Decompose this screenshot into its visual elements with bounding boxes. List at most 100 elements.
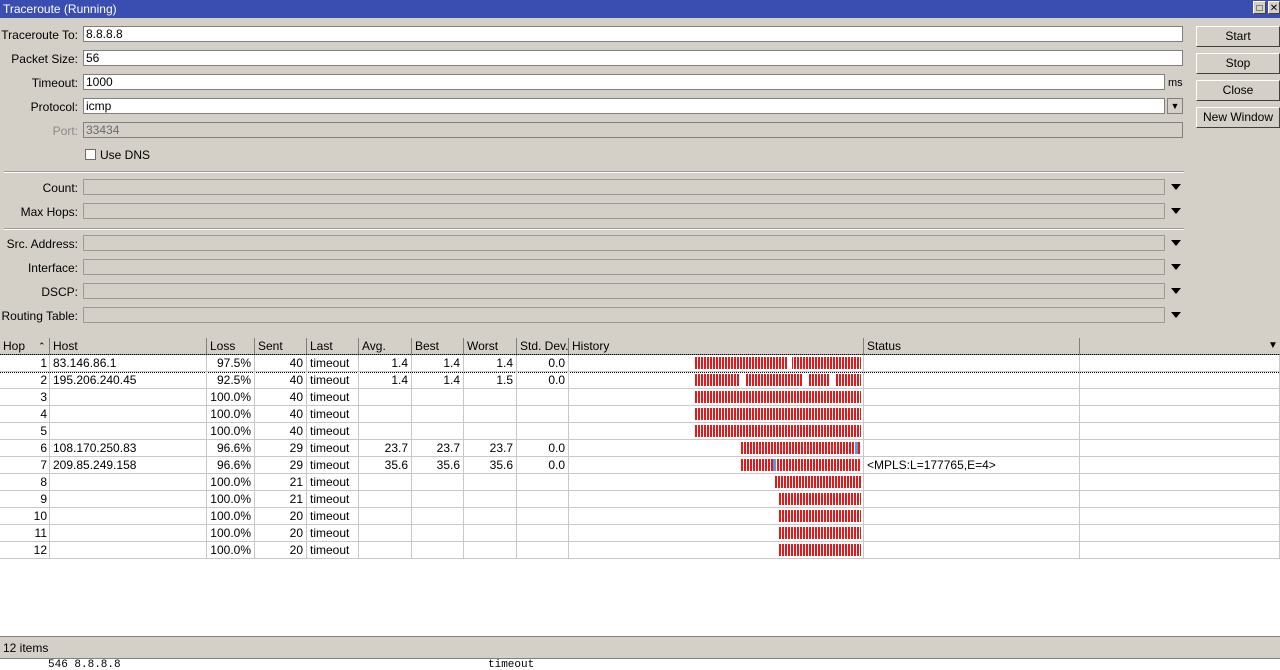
dscp-expand-icon[interactable] [1171,288,1181,294]
column-header-std-dev[interactable]: Std. Dev. [517,338,569,355]
cell-extra [1080,440,1280,457]
src-address-field[interactable] [83,235,1165,251]
table-row[interactable]: 11 100.0% 20 timeout [0,525,1280,542]
cell-status [864,440,1080,457]
table-row[interactable]: 1 83.146.86.1 97.5% 40 timeout 1.4 1.4 1.4 0.0 [0,354,1280,373]
close-icon[interactable]: ✕ [1268,1,1280,14]
stop-button[interactable]: Stop [1196,53,1280,74]
cell-worst [464,542,517,559]
count-field[interactable] [83,179,1165,195]
cell-hop: 5 [0,423,50,440]
table-row[interactable]: 3 100.0% 40 timeout [0,389,1280,406]
separator [4,228,1184,230]
table-row[interactable]: 8 100.0% 21 timeout [0,474,1280,491]
cell-history [569,372,864,389]
use-dns-checkbox[interactable] [85,149,96,160]
table-row[interactable]: 10 100.0% 20 timeout [0,508,1280,525]
cell-history [569,542,864,559]
cell-std [517,542,569,559]
column-header-last[interactable]: Last [307,338,359,355]
use-dns-label: Use DNS [100,148,151,162]
table-row[interactable]: 5 100.0% 40 timeout [0,423,1280,440]
table-row[interactable]: 2 195.206.240.45 92.5% 40 timeout 1.4 1.4 1.5 0.… [0,372,1280,389]
item-count: 12 items [3,641,49,655]
cell-sent: 29 [255,457,307,474]
cell-std [517,525,569,542]
history-graph [695,408,861,420]
routing-table-field[interactable] [83,307,1165,323]
new-window-button[interactable]: New Window [1196,107,1280,128]
cell-best: 23.7 [412,440,464,457]
cell-status: <MPLS:L=177765,E=4> [864,457,1080,474]
cell-status [864,525,1080,542]
column-header-worst[interactable]: Worst [464,338,517,355]
dscp-field[interactable] [83,283,1165,299]
count-expand-icon[interactable] [1171,184,1181,190]
packet-size-field[interactable]: 56 [83,50,1183,66]
cell-host: 108.170.250.83 [50,440,207,457]
traceroute-to-field[interactable]: 8.8.8.8 [83,26,1183,42]
table-row[interactable]: 7 209.85.249.158 96.6% 29 timeout 35.6 35.6 35.… [0,457,1280,474]
interface-expand-icon[interactable] [1171,264,1181,270]
protocol-dropdown-icon[interactable]: ▼ [1167,98,1183,114]
column-header-loss[interactable]: Loss [207,338,255,355]
column-header-host[interactable]: Host [50,338,207,355]
packet-size-label: Packet Size: [11,52,78,66]
max-hops-field[interactable] [83,203,1165,219]
column-header-avg[interactable]: Avg. [359,338,412,355]
cell-sent: 21 [255,474,307,491]
cell-last: timeout [307,372,359,389]
column-header-best[interactable]: Best [412,338,464,355]
cell-history [569,508,864,525]
table-row[interactable]: 6 108.170.250.83 96.6% 29 timeout 23.7 23.7 23.… [0,440,1280,457]
cell-hop: 3 [0,389,50,406]
cell-best: 1.4 [412,355,464,372]
cell-sent: 29 [255,440,307,457]
cell-last: timeout [307,355,359,372]
routing-table-expand-icon[interactable] [1171,312,1181,318]
cell-hop: 8 [0,474,50,491]
max-hops-expand-icon[interactable] [1171,208,1181,214]
history-gap [802,374,808,386]
start-button[interactable]: Start [1196,26,1280,47]
column-header-hop[interactable]: Hop ⌃ [0,338,50,355]
interface-field[interactable] [83,259,1165,275]
dscp-label: DSCP: [41,285,78,299]
cell-last: timeout [307,457,359,474]
cell-host [50,491,207,508]
timeout-field[interactable]: 1000 [83,74,1165,90]
src-address-expand-icon[interactable] [1171,240,1181,246]
column-menu-icon[interactable]: ▼ [1268,340,1278,351]
maximize-icon[interactable]: □ [1253,1,1266,14]
cell-host [50,406,207,423]
table-row[interactable]: 9 100.0% 21 timeout [0,491,1280,508]
cell-best [412,389,464,406]
cell-host: 209.85.249.158 [50,457,207,474]
cell-avg [359,423,412,440]
protocol-select[interactable]: icmp [83,98,1165,114]
table-row[interactable]: 12 100.0% 20 timeout [0,542,1280,559]
column-header-history[interactable]: History [569,338,864,355]
cell-loss: 97.5% [207,355,255,372]
cell-avg: 1.4 [359,355,412,372]
cell-best [412,525,464,542]
column-header-status[interactable]: Status [864,338,1080,355]
history-graph [741,459,861,471]
cell-history [569,355,864,372]
cell-last: timeout [307,542,359,559]
close-button[interactable]: Close [1196,80,1280,101]
cell-loss: 100.0% [207,491,255,508]
cell-host [50,474,207,491]
cell-extra [1080,474,1280,491]
history-reply-mark [773,459,776,471]
cell-std [517,491,569,508]
cell-last: timeout [307,525,359,542]
cell-avg: 1.4 [359,372,412,389]
column-header-sent[interactable]: Sent [255,338,307,355]
table-row[interactable]: 4 100.0% 40 timeout [0,406,1280,423]
cell-loss: 100.0% [207,525,255,542]
cell-loss: 92.5% [207,372,255,389]
cell-worst: 23.7 [464,440,517,457]
cell-sent: 40 [255,406,307,423]
background-window-strip: 546 8.8.8.8 timeout [0,658,1280,670]
